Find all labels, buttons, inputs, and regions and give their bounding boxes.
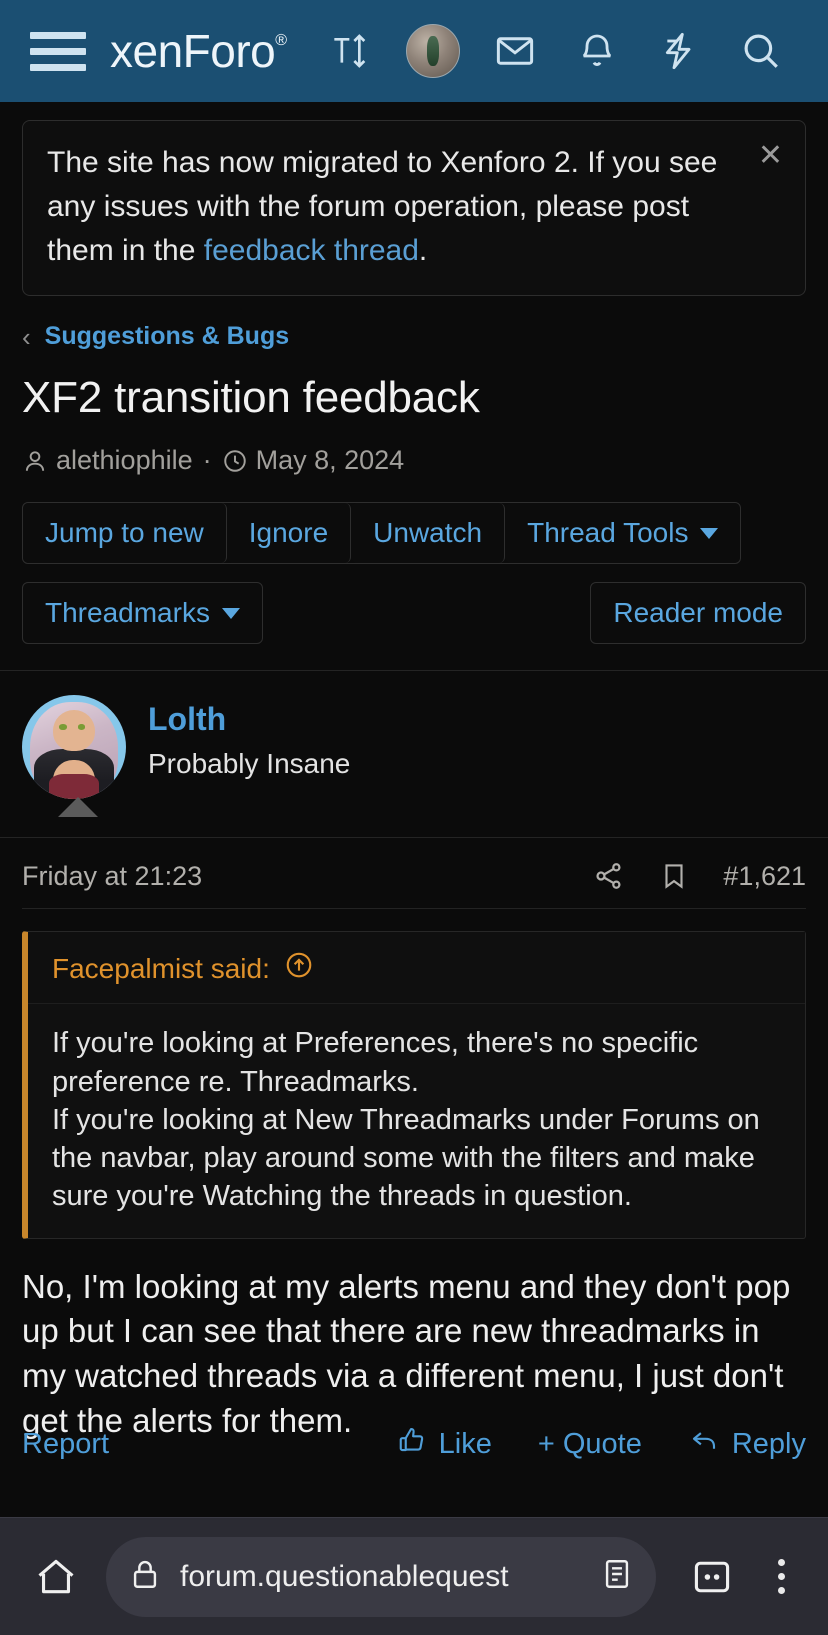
post-timestamp[interactable]: Friday at 21:23 [22,861,202,892]
post-actions: Report Like + Quote Reply [0,1425,828,1463]
reply-button[interactable]: Reply [688,1425,806,1463]
user-icon [22,448,48,474]
reply-label: Reply [731,1427,806,1460]
chevron-down-icon [221,607,240,619]
feedback-thread-link[interactable]: feedback thread [204,234,419,267]
overflow-menu-icon[interactable] [754,1559,808,1594]
reader-mode-button[interactable]: Reader mode [590,582,806,645]
quote-button[interactable]: + Quote [538,1428,642,1461]
thread-tools-button[interactable]: Thread Tools [505,503,741,564]
threadmarks-button[interactable]: Threadmarks [22,582,263,645]
registered-trademark-icon: ® [275,32,287,49]
jump-to-quoted-post-icon[interactable] [284,950,314,987]
post-author-info: Lolth Probably Insane [148,695,350,780]
alerts-bell-icon[interactable] [556,16,638,86]
post-meta-actions: #1,621 [593,860,806,892]
post-author-title: Probably Insane [148,748,351,780]
ignore-button[interactable]: Ignore [226,503,352,564]
thumbs-up-icon [397,1425,427,1463]
top-navbar: xenForo® [0,0,828,102]
site-notice-text: The site has now migrated to Xenforo 2. … [47,141,781,273]
breadcrumb: ‹ Suggestions & Bugs [0,296,828,351]
clock-icon [222,448,248,474]
home-icon[interactable] [20,1555,92,1599]
post-number[interactable]: #1,621 [723,861,806,892]
post-meta-rule [22,908,806,910]
threadmarks-label: Threadmarks [45,597,210,629]
close-icon[interactable]: ✕ [758,141,783,171]
url-bar[interactable]: forum.questionablequest [106,1536,656,1617]
avatar[interactable] [22,695,126,800]
post-actions-right: Like + Quote Reply [397,1425,806,1463]
browser-bottom-bar: forum.questionablequest [0,1517,828,1635]
url-text: forum.questionablequest [180,1559,509,1593]
search-icon[interactable] [720,16,802,86]
blockquote-line: If you're looking at Preferences, there'… [52,1027,699,1098]
site-notice: The site has now migrated to Xenforo 2. … [22,120,806,297]
blockquote-body: If you're looking at Preferences, there'… [28,1004,805,1237]
post-body: No, I'm looking at my alerts menu and th… [22,1267,791,1440]
notice-text-after: . [418,234,428,268]
share-icon[interactable] [593,860,625,892]
tab-count-button[interactable] [670,1555,754,1599]
jump-to-new-button[interactable]: Jump to new [23,503,227,564]
site-logo-text: xenForo [110,25,276,77]
reader-view-icon[interactable] [600,1556,634,1597]
report-button[interactable]: Report [22,1428,109,1461]
site-logo[interactable]: xenForo® [110,24,287,78]
account-avatar[interactable] [392,16,474,86]
post-header-arrow [58,797,98,818]
thread-toolbar-primary: Jump to new Ignore Unwatch Thread Tools [0,476,828,565]
post-meta-row: Friday at 21:23 #1,621 [0,838,828,892]
blockquote: Facepalmist said: If you're looking at P… [22,931,806,1239]
blockquote-author: Facepalmist said: [52,952,270,984]
like-button[interactable]: Like [397,1425,492,1463]
bookmark-icon[interactable] [659,860,689,892]
page-title: XF2 transition feedback [22,373,480,423]
post-author-block: Lolth Probably Insane [0,671,828,818]
app-root: xenForo® The site has now migrated to Xe… [0,0,828,1635]
whats-new-lightning-icon[interactable] [638,16,720,86]
meta-separator: · [202,445,212,476]
blockquote-line: If you're looking at New Threadmarks und… [52,1103,760,1213]
thread-date: May 8, 2024 [255,445,405,476]
breadcrumb-parent-link[interactable]: Suggestions & Bugs [45,322,289,351]
thread-toolbar-secondary: Threadmarks Reader mode [0,564,828,645]
thread-button-group: Jump to new Ignore Unwatch Thread Tools [22,502,742,565]
blockquote-header: Facepalmist said: [28,932,805,1005]
text-size-icon[interactable] [310,16,392,86]
reply-arrow-icon [688,1425,720,1463]
chevron-down-icon [700,527,719,539]
lock-icon [128,1557,162,1596]
thread-tools-label: Thread Tools [527,517,689,549]
post-author-name[interactable]: Lolth [148,701,350,738]
unwatch-button[interactable]: Unwatch [351,503,506,564]
hamburger-menu-icon[interactable] [26,31,90,71]
navbar-icon-group [310,16,802,86]
like-label: Like [438,1427,492,1460]
post-header: Lolth Probably Insane [0,671,828,827]
inbox-icon[interactable] [474,16,556,86]
avatar [406,24,460,78]
thread-author[interactable]: alethiophile [56,445,193,476]
chevron-left-icon[interactable]: ‹ [22,324,31,350]
thread-meta: alethiophile · May 8, 2024 [0,423,828,476]
